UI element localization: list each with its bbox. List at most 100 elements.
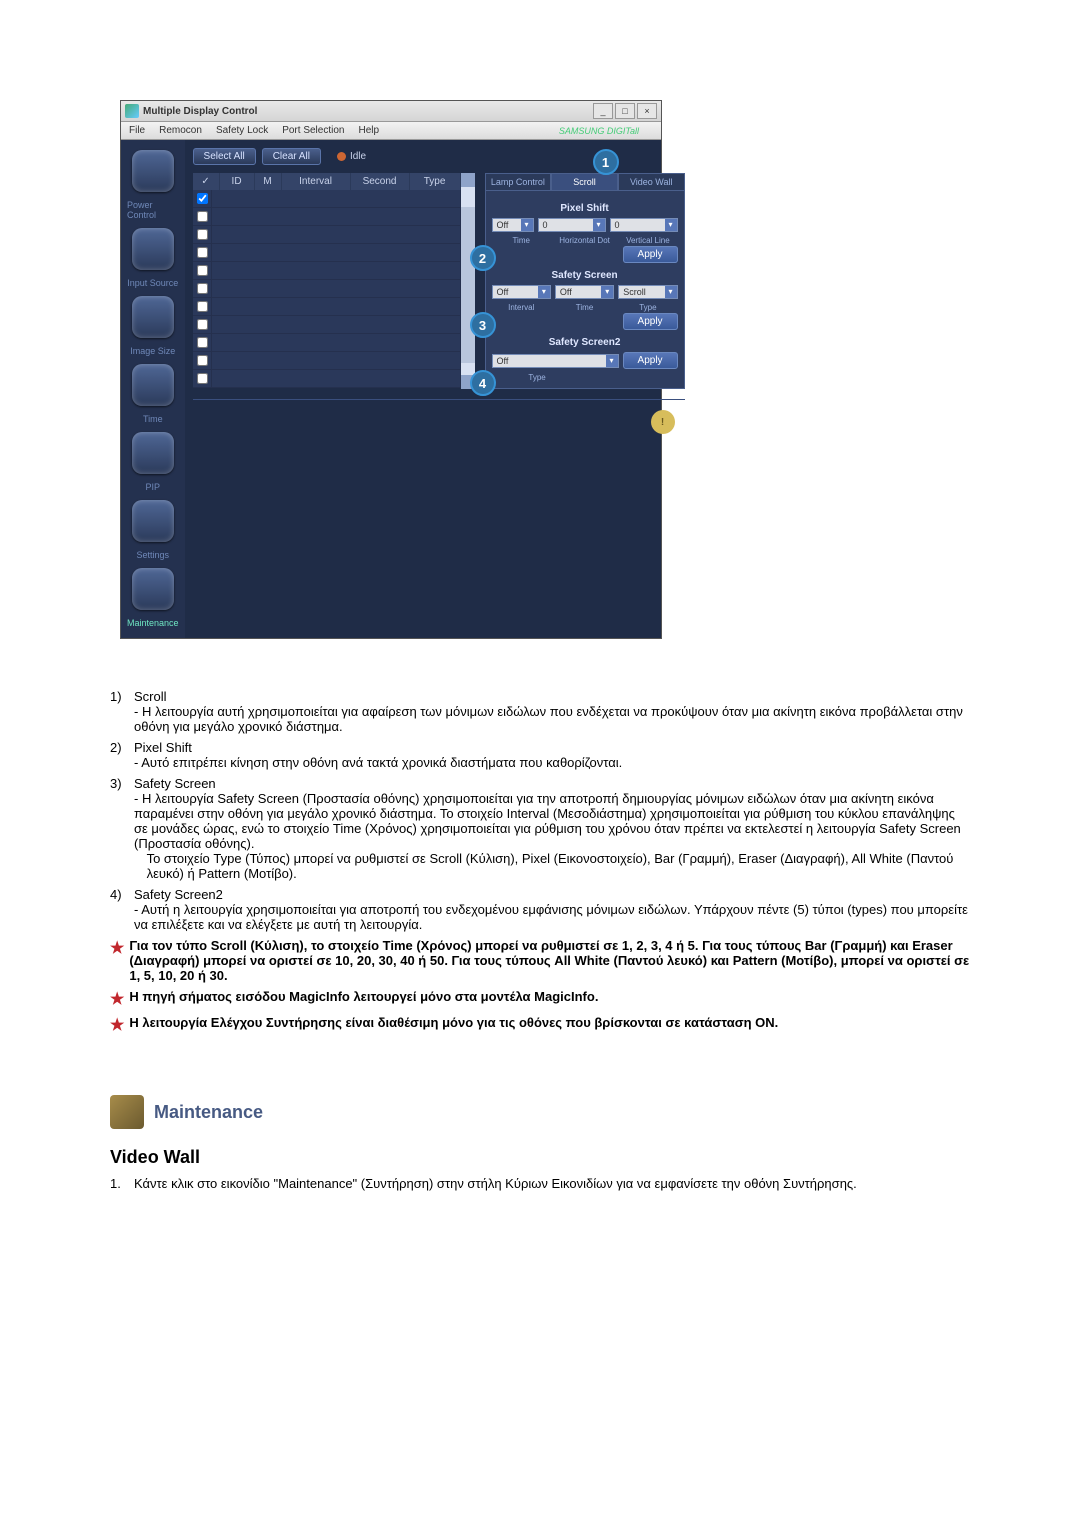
row-checkbox[interactable]: [197, 265, 208, 276]
status-indicator: Idle: [337, 151, 366, 162]
menu-port-selection[interactable]: Port Selection: [282, 125, 344, 136]
row-checkbox[interactable]: [197, 337, 208, 348]
pixel-shift-title: Pixel Shift: [492, 203, 678, 214]
item-title: Safety Screen2: [134, 887, 223, 902]
safety-screen2-title: Safety Screen2: [492, 337, 678, 348]
app-window: Multiple Display Control _ □ × File Remo…: [120, 100, 662, 639]
item-title: Safety Screen: [134, 776, 216, 791]
th-m: M: [255, 173, 282, 190]
sidebar: Power Control Input Source Image Size Ti…: [121, 140, 185, 638]
note-text: Η λειτουργία Ελέγχου Συντήρησης είναι δι…: [129, 1015, 970, 1030]
label-vline: Vertical Line: [618, 236, 677, 245]
table-row[interactable]: [193, 244, 461, 262]
screen-icon[interactable]: [132, 296, 174, 338]
th-check: ✓: [193, 173, 220, 190]
item-num: 2): [110, 740, 130, 755]
table-row[interactable]: [193, 352, 461, 370]
item-text: - Αυτή η λειτουργία χρησιμοποιείται για …: [134, 902, 970, 932]
maintenance-heading-text: Maintenance: [154, 1102, 263, 1123]
row-checkbox[interactable]: [197, 247, 208, 258]
close-button[interactable]: ×: [637, 103, 657, 119]
clear-all-button[interactable]: Clear All: [262, 148, 321, 165]
label-time: Time: [555, 303, 614, 312]
row-checkbox[interactable]: [197, 355, 208, 366]
minimize-button[interactable]: _: [593, 103, 613, 119]
explain-section: 1) Scroll - Η λειτουργία αυτή χρησιμοποι…: [110, 689, 970, 932]
info-icon: !: [651, 410, 675, 434]
apply-button[interactable]: Apply: [623, 352, 678, 369]
tab-lamp[interactable]: Lamp Control: [485, 173, 552, 190]
maintenance-icon[interactable]: [132, 568, 174, 610]
label-hdot: Horizontal Dot: [555, 236, 614, 245]
settings-icon[interactable]: [132, 500, 174, 542]
note-text: Η πηγή σήματος εισόδου MagicInfo λειτουρ…: [129, 989, 970, 1004]
row-checkbox[interactable]: [197, 211, 208, 222]
table-row[interactable]: [193, 316, 461, 334]
menu-file[interactable]: File: [129, 125, 145, 136]
menu-remocon[interactable]: Remocon: [159, 125, 202, 136]
table-row[interactable]: [193, 334, 461, 352]
menu-help[interactable]: Help: [358, 125, 379, 136]
star-note: ★ Η λειτουργία Ελέγχου Συντήρησης είναι …: [110, 1015, 970, 1035]
sidebar-label: Time: [143, 414, 163, 424]
table-row[interactable]: [193, 280, 461, 298]
status-dot-icon: [337, 152, 346, 161]
note-text: Για τον τύπο Scroll (Κύλιση), το στοιχεί…: [129, 938, 970, 983]
power-icon[interactable]: [132, 150, 174, 192]
star-note: ★ Για τον τύπο Scroll (Κύλιση), το στοιχ…: [110, 938, 970, 983]
pixel-shift-vline-select[interactable]: 0▾: [610, 218, 678, 232]
maximize-button[interactable]: □: [615, 103, 635, 119]
clock-icon[interactable]: [132, 364, 174, 406]
select-all-button[interactable]: Select All: [193, 148, 256, 165]
apply-button[interactable]: Apply: [623, 313, 678, 330]
list-number: 1.: [110, 1176, 128, 1191]
table-header: ✓ ID M Interval Second Type: [193, 173, 461, 190]
item-num: 4): [110, 887, 130, 902]
item-title: Scroll: [134, 689, 167, 704]
label-type: Type: [492, 373, 583, 382]
app-icon: [125, 104, 139, 118]
th-interval: Interval: [282, 173, 351, 190]
table-scrollbar[interactable]: [461, 173, 475, 389]
table-row[interactable]: [193, 190, 461, 208]
table-row[interactable]: [193, 298, 461, 316]
table-row[interactable]: [193, 226, 461, 244]
maintenance-section-icon: [110, 1095, 144, 1129]
apply-button[interactable]: Apply: [623, 246, 678, 263]
row-checkbox[interactable]: [197, 283, 208, 294]
pixel-shift-time-select[interactable]: Off▾: [492, 218, 534, 232]
item-text2: Το στοιχείο Type (Τύπος) μπορεί να ρυθμι…: [147, 851, 970, 881]
row-checkbox[interactable]: [197, 193, 208, 204]
table-row[interactable]: [193, 370, 461, 388]
signal-icon[interactable]: [132, 228, 174, 270]
sidebar-label: Input Source: [127, 278, 178, 288]
item-text: - Αυτό επιτρέπει κίνηση στην οθόνη ανά τ…: [134, 755, 622, 770]
menu-safety-lock[interactable]: Safety Lock: [216, 125, 268, 136]
safety-screen-type-select[interactable]: Scroll▾: [618, 285, 677, 299]
label-type: Type: [618, 303, 677, 312]
callout-2: 2: [470, 245, 496, 271]
label-interval: Interval: [492, 303, 551, 312]
row-checkbox[interactable]: [197, 373, 208, 384]
callout-4: 4: [470, 370, 496, 396]
item-title: Pixel Shift: [134, 740, 192, 755]
item-num: 3): [110, 776, 130, 791]
safety-screen-interval-select[interactable]: Off▾: [492, 285, 551, 299]
item-text: - Η λειτουργία αυτή χρησιμοποιείται για …: [134, 704, 970, 734]
tab-scroll[interactable]: Scroll: [551, 173, 618, 190]
table-row[interactable]: [193, 262, 461, 280]
safety-screen-time-select[interactable]: Off▾: [555, 285, 614, 299]
right-panel: Lamp Control Scroll Video Wall 1 Pixel S…: [485, 173, 685, 389]
table-row[interactable]: [193, 208, 461, 226]
row-checkbox[interactable]: [197, 229, 208, 240]
sidebar-label: PIP: [146, 482, 161, 492]
row-checkbox[interactable]: [197, 319, 208, 330]
sidebar-label: Maintenance: [127, 618, 179, 628]
row-checkbox[interactable]: [197, 301, 208, 312]
safety-screen2-type-select[interactable]: Off▾: [492, 354, 619, 368]
pip-icon[interactable]: [132, 432, 174, 474]
sidebar-label: Settings: [137, 550, 170, 560]
pixel-shift-hdot-select[interactable]: 0▾: [538, 218, 606, 232]
tab-video-wall[interactable]: Video Wall: [618, 173, 685, 190]
maintenance-heading: Maintenance: [110, 1095, 970, 1129]
